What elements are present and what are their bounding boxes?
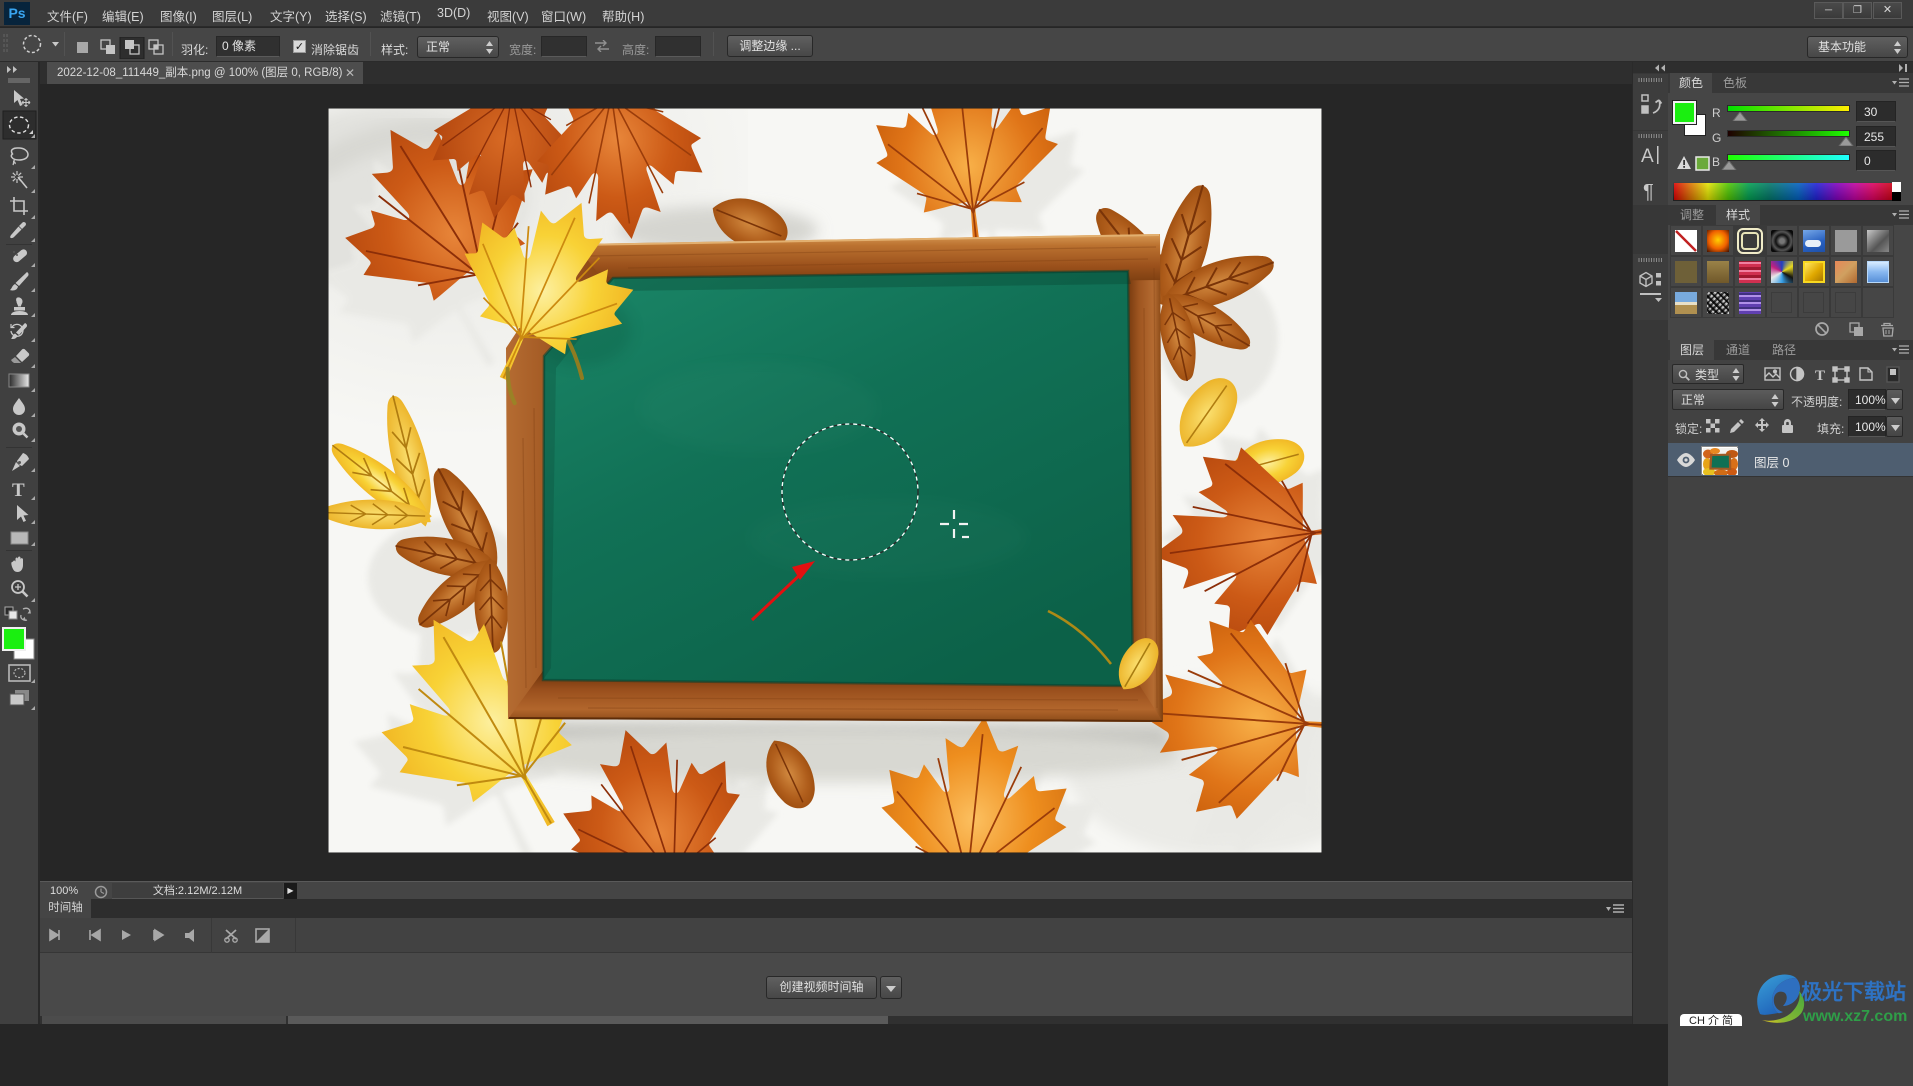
svg-text:¶: ¶ [1643, 181, 1654, 203]
svg-text:极光下载站: 极光下载站 [1801, 980, 1906, 1004]
svg-text:T: T [1815, 368, 1825, 383]
svg-text:T: T [12, 480, 25, 501]
svg-text:A: A [1641, 146, 1654, 167]
svg-text:www.xz7.com: www.xz7.com [1802, 1008, 1907, 1025]
